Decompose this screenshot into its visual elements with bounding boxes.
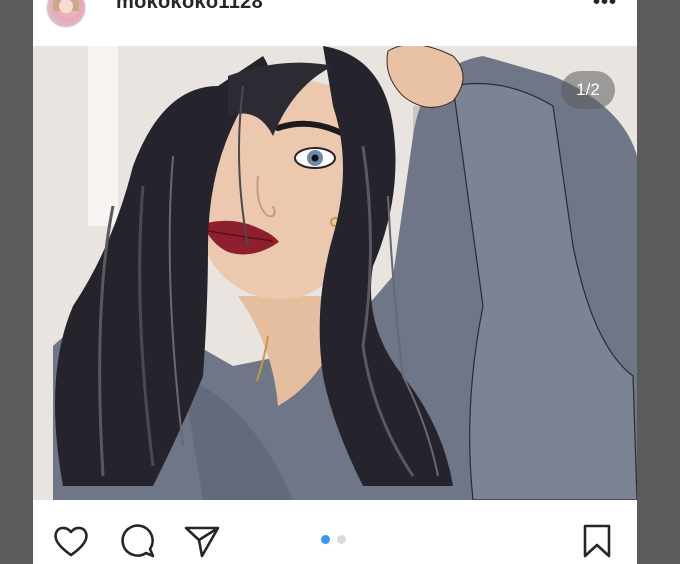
photo-counter-badge: 1/2 xyxy=(561,71,615,109)
comment-bubble-icon[interactable] xyxy=(119,522,157,560)
carousel-dot-active xyxy=(321,535,330,544)
avatar[interactable] xyxy=(46,0,86,28)
post-photo[interactable]: 1/2 xyxy=(33,46,637,500)
post-card: mokokoko1128 ••• 1/2 xyxy=(33,0,637,564)
carousel-dot xyxy=(337,535,346,544)
avatar-face xyxy=(59,0,73,13)
heart-icon[interactable] xyxy=(52,522,90,560)
username-link[interactable]: mokokoko1128 xyxy=(116,0,263,14)
portrait-illustration xyxy=(33,46,637,500)
bookmark-icon[interactable] xyxy=(578,522,616,560)
action-bar xyxy=(33,500,637,564)
more-options-icon[interactable]: ••• xyxy=(593,0,617,12)
carousel-indicator xyxy=(321,535,349,545)
paper-plane-icon[interactable] xyxy=(183,522,221,560)
post-header: mokokoko1128 ••• xyxy=(33,0,637,46)
